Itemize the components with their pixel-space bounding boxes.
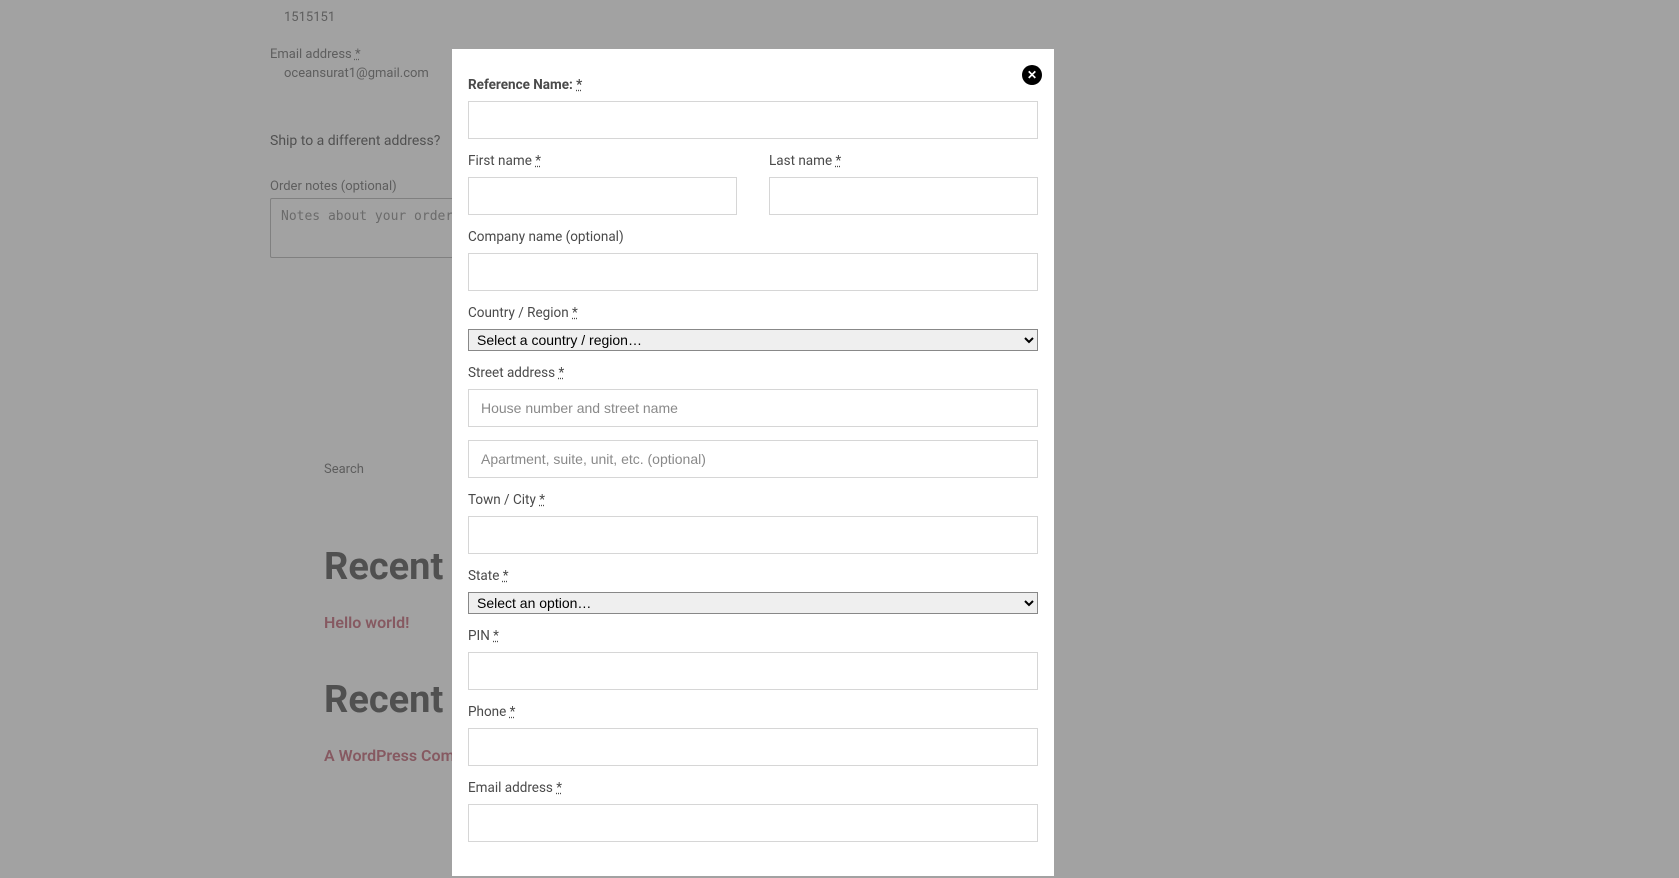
city-input[interactable]	[468, 516, 1038, 554]
country-label: Country / Region *	[468, 305, 1038, 321]
pin-row: PIN *	[468, 628, 1038, 690]
pin-label: PIN *	[468, 628, 1038, 644]
last-name-col: Last name *	[769, 153, 1038, 215]
city-label: Town / City *	[468, 492, 1038, 508]
first-name-label: First name *	[468, 153, 737, 169]
email-row: Email address *	[468, 780, 1038, 842]
state-select[interactable]: Select an option…	[468, 592, 1038, 614]
reference-name-label: Reference Name: *	[468, 77, 1038, 93]
country-select[interactable]: Select a country / region…	[468, 329, 1038, 351]
street1-input[interactable]	[468, 389, 1038, 427]
email-label: Email address *	[468, 780, 1038, 796]
state-row: State * Select an option…	[468, 568, 1038, 614]
street2-input[interactable]	[468, 440, 1038, 478]
first-name-input[interactable]	[468, 177, 737, 215]
name-row: First name * Last name *	[468, 153, 1038, 215]
close-icon[interactable]: ✕	[1022, 65, 1042, 85]
city-row: Town / City *	[468, 492, 1038, 554]
address-modal: ✕ Reference Name: * First name * Last na…	[452, 49, 1054, 876]
company-row: Company name (optional)	[468, 229, 1038, 291]
company-label: Company name (optional)	[468, 229, 1038, 245]
phone-label: Phone *	[468, 704, 1038, 720]
reference-name-input[interactable]	[468, 101, 1038, 139]
state-label: State *	[468, 568, 1038, 584]
street-label: Street address *	[468, 365, 1038, 381]
phone-input[interactable]	[468, 728, 1038, 766]
street-row: Street address *	[468, 365, 1038, 478]
first-name-col: First name *	[468, 153, 737, 215]
last-name-label: Last name *	[769, 153, 1038, 169]
pin-input[interactable]	[468, 652, 1038, 690]
company-input[interactable]	[468, 253, 1038, 291]
reference-name-row: Reference Name: *	[468, 77, 1038, 139]
country-row: Country / Region * Select a country / re…	[468, 305, 1038, 351]
last-name-input[interactable]	[769, 177, 1038, 215]
phone-row: Phone *	[468, 704, 1038, 766]
email-input[interactable]	[468, 804, 1038, 842]
